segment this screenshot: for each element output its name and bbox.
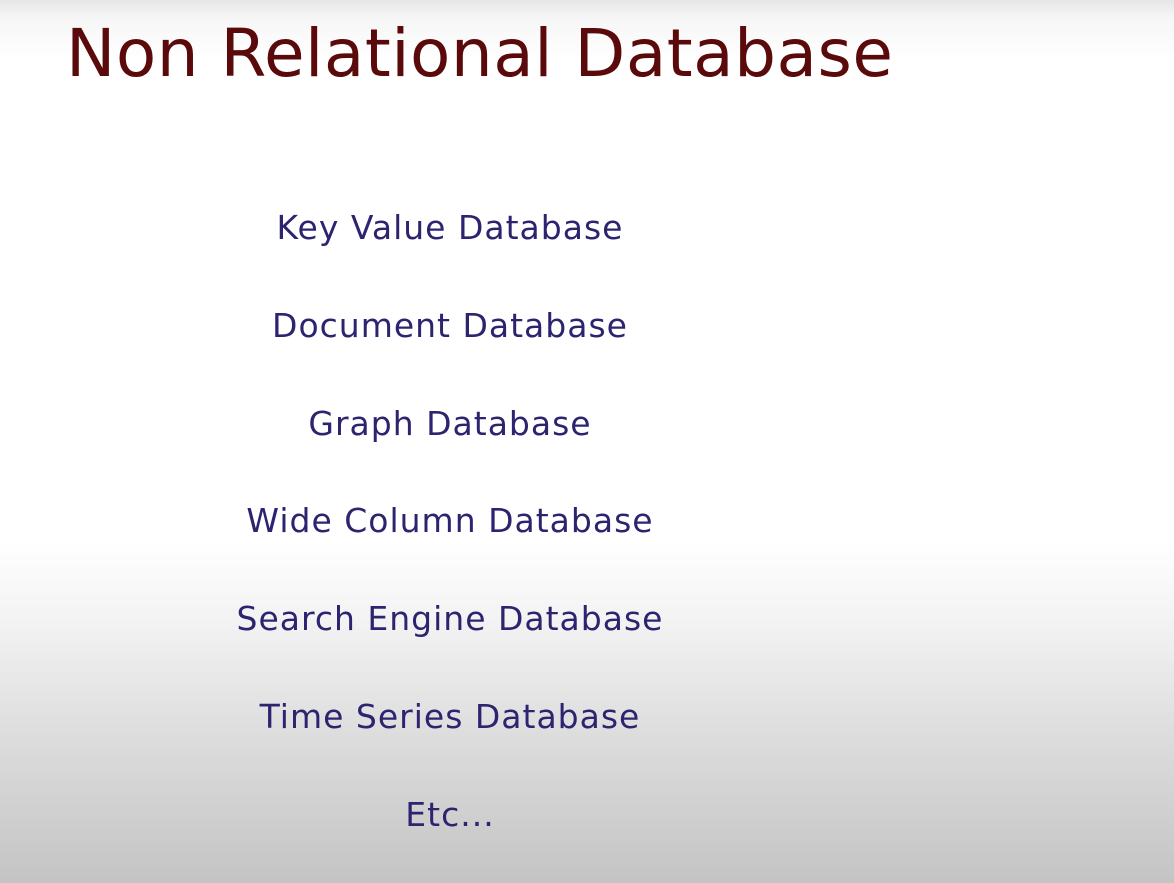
- list-item-wide-column: Wide Column Database: [246, 501, 654, 541]
- list-item-document: Document Database: [272, 305, 628, 345]
- database-type-list: Key Value Database Document Database Gra…: [150, 200, 750, 883]
- slide: Non Relational Database Key Value Databa…: [0, 0, 1174, 883]
- list-item-time-series: Time Series Database: [259, 696, 641, 736]
- list-item-graph: Graph Database: [308, 403, 592, 443]
- list-item-search-engine: Search Engine Database: [236, 599, 664, 639]
- slide-title: Non Relational Database: [66, 15, 894, 92]
- list-item-key-value: Key Value Database: [276, 208, 624, 247]
- list-item-etc: Etc...: [405, 794, 495, 834]
